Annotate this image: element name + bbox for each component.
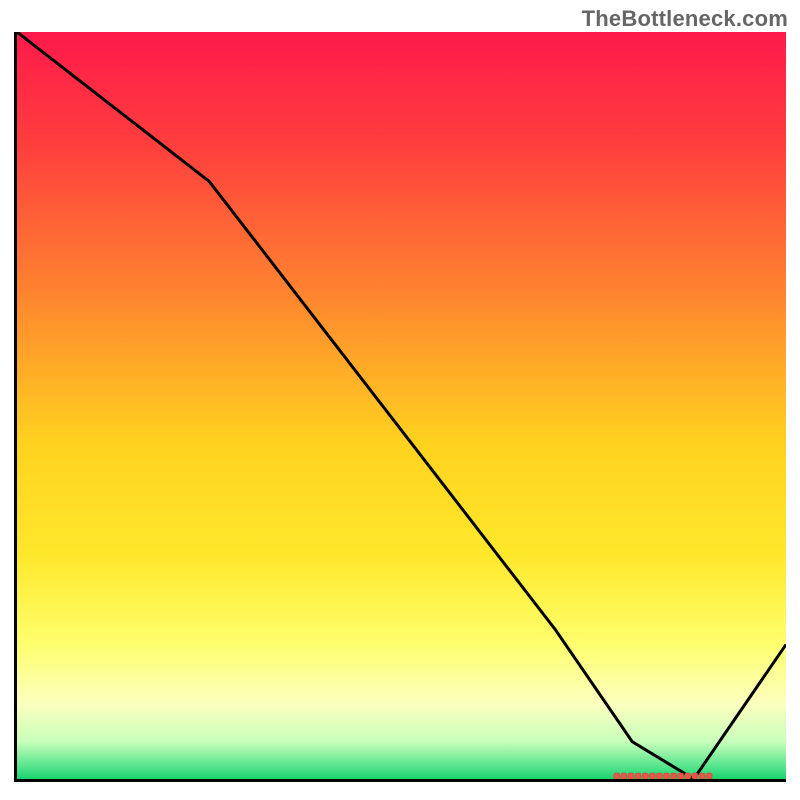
chart-svg	[17, 32, 786, 779]
plot-area	[14, 32, 786, 782]
chart-container: TheBottleneck.com	[0, 0, 800, 800]
watermark-text: TheBottleneck.com	[582, 6, 788, 32]
gradient-background	[17, 32, 786, 779]
